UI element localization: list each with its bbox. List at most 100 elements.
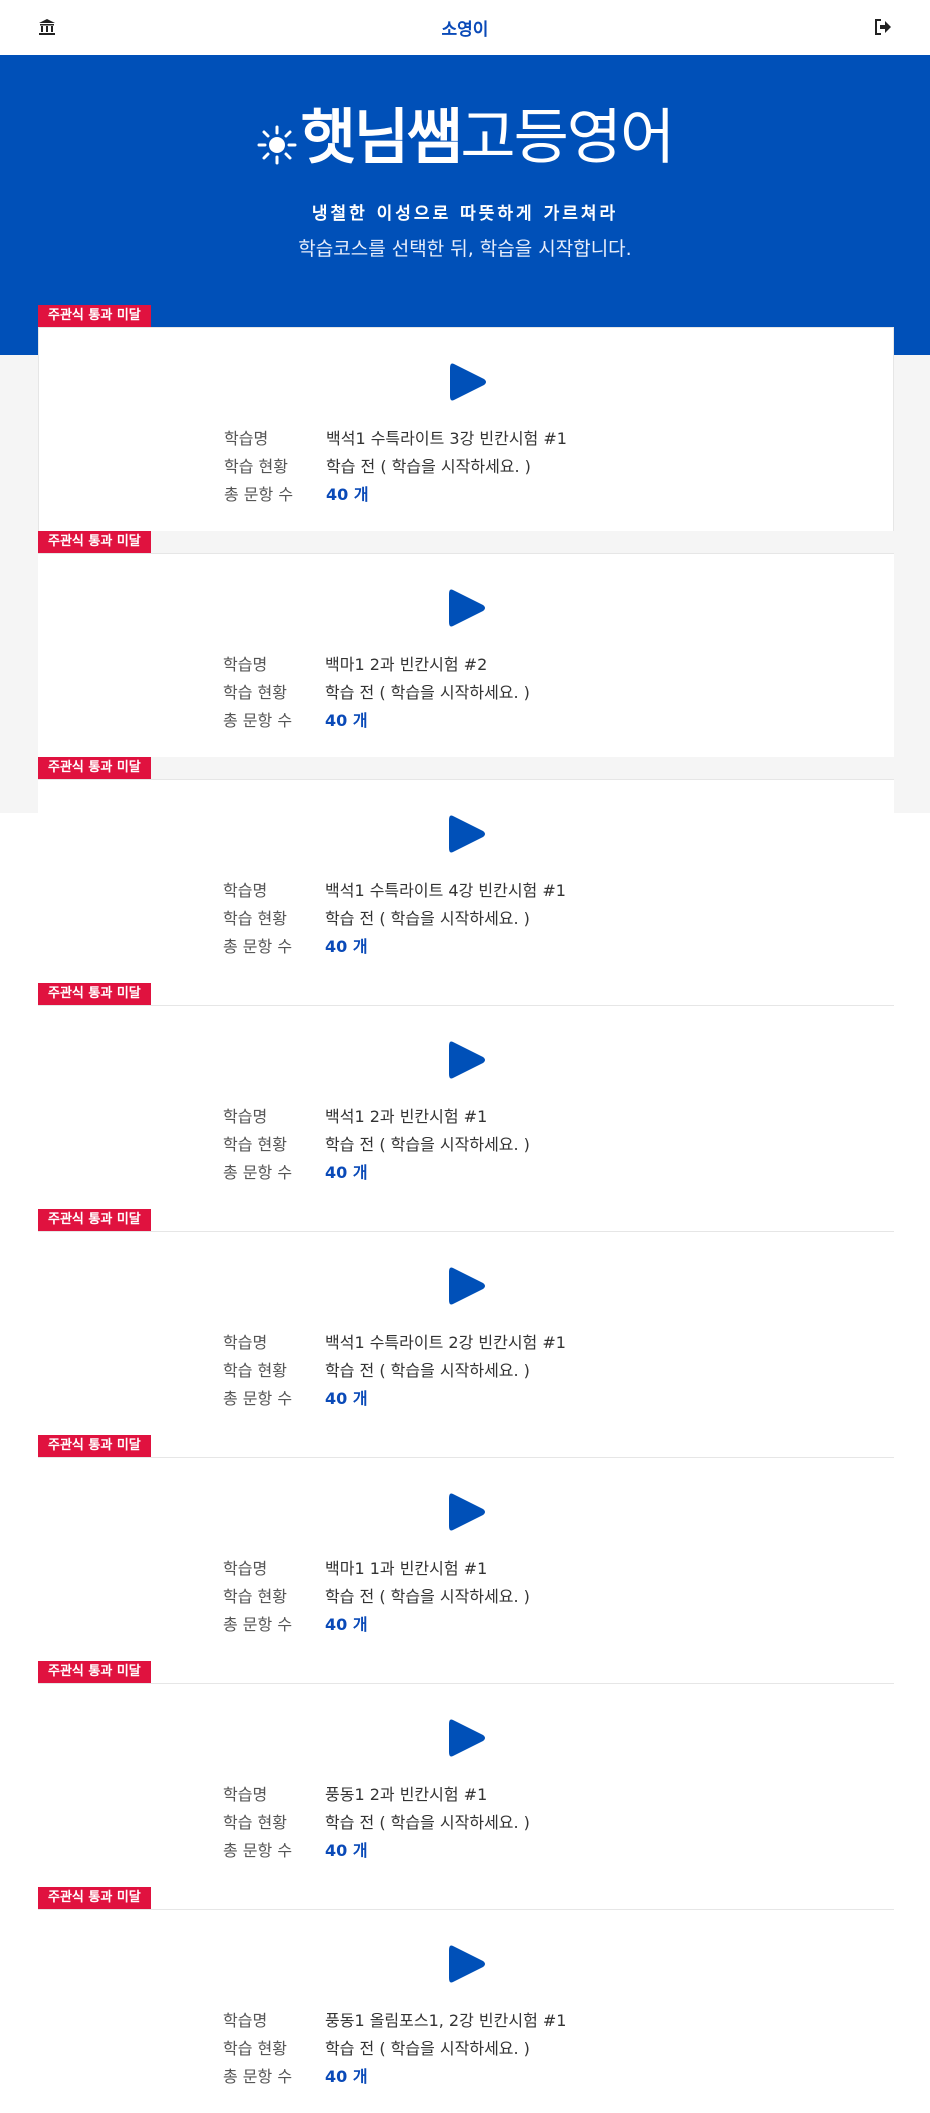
status-badge: 주관식 통과 미달 (38, 757, 151, 779)
question-count: 40 개 (325, 1163, 368, 1182)
play-icon[interactable] (447, 1942, 487, 1986)
course-name: 백마1 1과 빈칸시험 #1 (325, 1559, 488, 1578)
course-name: 백석1 수특라이트 3강 빈칸시험 #1 (326, 429, 567, 448)
course-status-row: 학습 현황 학습 전 ( 학습을 시작하세요. ) (223, 2033, 566, 2061)
question-count: 40 개 (325, 2067, 368, 2086)
course-name-row: 학습명 백석1 수특라이트 4강 빈칸시험 #1 (223, 875, 566, 903)
course-name-row: 학습명 풍동1 2과 빈칸시험 #1 (223, 1779, 530, 1807)
course-card: 학습명 풍동1 2과 빈칸시험 #1 학습 현황 학습 전 ( 학습을 시작하세… (38, 1683, 894, 1887)
question-count-label: 총 문항 수 (224, 485, 294, 504)
course-item: 주관식 통과 미달 학습명 백석1 수특라이트 2강 빈칸시험 #1 학습 현황… (38, 1209, 894, 1435)
course-list: 주관식 통과 미달 학습명 백석1 수특라이트 3강 빈칸시험 #1 학습 현황… (38, 305, 894, 2113)
course-status-label: 학습 현황 (223, 683, 287, 702)
course-name-label: 학습명 (223, 2011, 268, 2030)
sign-out-icon[interactable] (874, 18, 892, 36)
course-name: 풍동1 2과 빈칸시험 #1 (325, 1785, 488, 1804)
play-icon[interactable] (447, 1264, 487, 1308)
status-badge: 주관식 통과 미달 (38, 1435, 151, 1457)
play-icon[interactable] (447, 586, 487, 630)
course-card: 학습명 백석1 수특라이트 3강 빈칸시험 #1 학습 현황 학습 전 ( 학습… (38, 327, 894, 531)
course-details: 학습명 백석1 수특라이트 2강 빈칸시험 #1 학습 현황 학습 전 ( 학습… (223, 1327, 566, 1411)
course-name-row: 학습명 풍동1 올림포스1, 2강 빈칸시험 #1 (223, 2005, 566, 2033)
question-count-label: 총 문항 수 (223, 1841, 293, 1860)
question-count-label: 총 문항 수 (223, 937, 293, 956)
question-count-row: 총 문항 수 40 개 (223, 1835, 530, 1863)
question-count-row: 총 문항 수 40 개 (223, 1383, 566, 1411)
question-count: 40 개 (325, 1615, 368, 1634)
course-status: 학습 전 ( 학습을 시작하세요. ) (325, 2039, 530, 2058)
question-count-row: 총 문항 수 40 개 (223, 1609, 530, 1637)
course-name-label: 학습명 (223, 655, 268, 674)
course-name-label: 학습명 (223, 1107, 268, 1126)
course-status-row: 학습 현황 학습 전 ( 학습을 시작하세요. ) (223, 1807, 530, 1835)
course-status: 학습 전 ( 학습을 시작하세요. ) (325, 1813, 530, 1832)
course-status-label: 학습 현황 (223, 1361, 287, 1380)
question-count: 40 개 (326, 485, 369, 504)
course-status-row: 학습 현황 학습 전 ( 학습을 시작하세요. ) (223, 1355, 566, 1383)
course-name: 백석1 수특라이트 4강 빈칸시험 #1 (325, 881, 566, 900)
course-name: 백석1 2과 빈칸시험 #1 (325, 1107, 488, 1126)
course-item: 주관식 통과 미달 학습명 풍동1 2과 빈칸시험 #1 학습 현황 학습 전 … (38, 1661, 894, 1887)
course-details: 학습명 백석1 수특라이트 4강 빈칸시험 #1 학습 현황 학습 전 ( 학습… (223, 875, 566, 959)
course-item: 주관식 통과 미달 학습명 백마1 1과 빈칸시험 #1 학습 현황 학습 전 … (38, 1435, 894, 1661)
course-status-row: 학습 현황 학습 전 ( 학습을 시작하세요. ) (223, 1581, 530, 1609)
course-card: 학습명 풍동1 올림포스1, 2강 빈칸시험 #1 학습 현황 학습 전 ( 학… (38, 1909, 894, 2113)
brand-logo: 햇님쌤 고등영어 (0, 103, 930, 173)
question-count-label: 총 문항 수 (223, 1389, 293, 1408)
status-badge: 주관식 통과 미달 (38, 1887, 151, 1909)
course-name-row: 학습명 백석1 수특라이트 3강 빈칸시험 #1 (224, 423, 567, 451)
course-name-row: 학습명 백마1 2과 빈칸시험 #2 (223, 649, 530, 677)
question-count-label: 총 문항 수 (223, 1615, 293, 1634)
course-status-row: 학습 현황 학습 전 ( 학습을 시작하세요. ) (224, 451, 567, 479)
course-status-label: 학습 현황 (223, 2039, 287, 2058)
course-status: 학습 전 ( 학습을 시작하세요. ) (325, 1361, 530, 1380)
course-name-row: 학습명 백석1 수특라이트 2강 빈칸시험 #1 (223, 1327, 566, 1355)
course-item: 주관식 통과 미달 학습명 백석1 수특라이트 3강 빈칸시험 #1 학습 현황… (38, 305, 894, 531)
status-badge: 주관식 통과 미달 (38, 1209, 151, 1231)
sun-icon (257, 110, 297, 165)
course-card: 학습명 백마1 2과 빈칸시험 #2 학습 현황 학습 전 ( 학습을 시작하세… (38, 553, 894, 757)
page-subtitle: 학습코스를 선택한 뒤, 학습을 시작합니다. (298, 238, 632, 260)
course-details: 학습명 풍동1 올림포스1, 2강 빈칸시험 #1 학습 현황 학습 전 ( 학… (223, 2005, 566, 2089)
question-count-row: 총 문항 수 40 개 (223, 2061, 566, 2089)
play-icon[interactable] (447, 812, 487, 856)
course-name-label: 학습명 (223, 1559, 268, 1578)
course-details: 학습명 백마1 1과 빈칸시험 #1 학습 현황 학습 전 ( 학습을 시작하세… (223, 1553, 530, 1637)
course-status-label: 학습 현황 (223, 1135, 287, 1154)
course-name-label: 학습명 (223, 1333, 268, 1352)
status-badge: 주관식 통과 미달 (38, 983, 151, 1005)
question-count: 40 개 (325, 711, 368, 730)
course-card: 학습명 백마1 1과 빈칸시험 #1 학습 현황 학습 전 ( 학습을 시작하세… (38, 1457, 894, 1661)
course-name-row: 학습명 백석1 2과 빈칸시험 #1 (223, 1101, 530, 1129)
course-status: 학습 전 ( 학습을 시작하세요. ) (325, 1587, 530, 1606)
course-card: 학습명 백석1 수특라이트 2강 빈칸시험 #1 학습 현황 학습 전 ( 학습… (38, 1231, 894, 1435)
course-status-row: 학습 현황 학습 전 ( 학습을 시작하세요. ) (223, 1129, 530, 1157)
course-card: 학습명 백석1 수특라이트 4강 빈칸시험 #1 학습 현황 학습 전 ( 학습… (38, 779, 894, 983)
play-icon[interactable] (447, 1038, 487, 1082)
play-icon[interactable] (447, 1490, 487, 1534)
user-name[interactable]: 소영이 (442, 15, 489, 40)
course-details: 학습명 백마1 2과 빈칸시험 #2 학습 현황 학습 전 ( 학습을 시작하세… (223, 649, 530, 733)
course-item: 주관식 통과 미달 학습명 백석1 2과 빈칸시험 #1 학습 현황 학습 전 … (38, 983, 894, 1209)
status-badge: 주관식 통과 미달 (38, 531, 151, 553)
logo-light-text: 고등영어 (460, 103, 675, 173)
slogan: 냉철한 이성으로 따뜻하게 가르쳐라 (311, 204, 619, 224)
course-details: 학습명 백석1 2과 빈칸시험 #1 학습 현황 학습 전 ( 학습을 시작하세… (223, 1101, 530, 1185)
question-count-label: 총 문항 수 (223, 711, 293, 730)
course-status-row: 학습 현황 학습 전 ( 학습을 시작하세요. ) (223, 677, 530, 705)
play-icon[interactable] (447, 1716, 487, 1760)
course-status-label: 학습 현황 (223, 1587, 287, 1606)
status-badge: 주관식 통과 미달 (38, 1661, 151, 1683)
status-badge: 주관식 통과 미달 (38, 305, 151, 327)
play-icon[interactable] (448, 360, 488, 404)
course-name-label: 학습명 (223, 881, 268, 900)
hero-content: 햇님쌤 고등영어 냉철한 이성으로 따뜻하게 가르쳐라 학습코스를 선택한 뒤, … (0, 55, 930, 261)
course-item: 주관식 통과 미달 학습명 백석1 수특라이트 4강 빈칸시험 #1 학습 현황… (38, 757, 894, 983)
question-count-row: 총 문항 수 40 개 (223, 931, 566, 959)
institution-icon[interactable] (38, 18, 56, 36)
course-item: 주관식 통과 미달 학습명 풍동1 올림포스1, 2강 빈칸시험 #1 학습 현… (38, 1887, 894, 2113)
course-name: 백석1 수특라이트 2강 빈칸시험 #1 (325, 1333, 566, 1352)
question-count-label: 총 문항 수 (223, 1163, 293, 1182)
course-status: 학습 전 ( 학습을 시작하세요. ) (325, 1135, 530, 1154)
course-status-label: 학습 현황 (224, 457, 288, 476)
